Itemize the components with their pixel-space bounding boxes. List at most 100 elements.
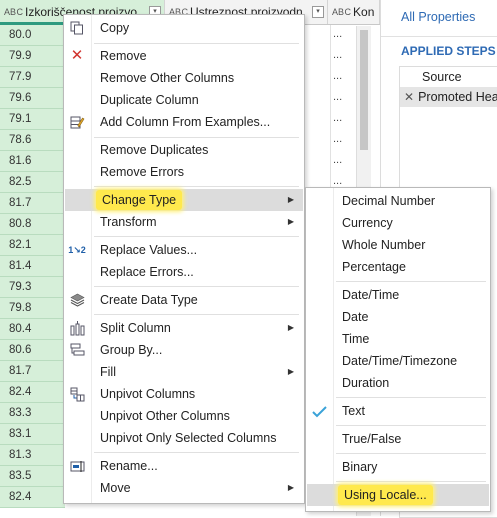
table-cell-ellipsis[interactable]: ... [330,88,352,109]
menu-item-label: Percentage [342,260,406,274]
step-source[interactable]: Source [400,67,497,87]
type-duration[interactable]: Duration [307,372,489,394]
table-cell-value[interactable]: 83.1 [0,424,65,445]
column-filter-dropdown-icon[interactable]: ▾ [312,6,324,18]
scrollbar-thumb[interactable] [360,30,368,150]
menu-item-change-type[interactable]: Change Type ▶ [65,189,303,211]
table-cell-ellipsis[interactable]: ... [330,109,352,130]
table-cell-value[interactable]: 82.4 [0,487,65,508]
table-cell-value[interactable]: 79.6 [0,88,65,109]
table-cell-value[interactable]: 80.4 [0,319,65,340]
menu-separator [94,186,299,187]
menu-item-label: Change Type [96,190,183,210]
menu-item-rename[interactable]: Rename... [65,455,303,477]
menu-item-label: Replace Errors... [100,265,194,279]
menu-item-remove[interactable]: ✕ Remove [65,45,303,67]
menu-item-replace-errors[interactable]: Replace Errors... [65,261,303,283]
text-type-icon[interactable]: A B C [332,7,351,17]
type-text[interactable]: Text [307,400,489,422]
menu-item-label: Unpivot Columns [100,387,196,401]
type-currency[interactable]: Currency [307,212,489,234]
table-cell-ellipsis[interactable]: ... [330,25,352,46]
table-cell-value[interactable]: 81.3 [0,445,65,466]
column-header-label: Kon [353,5,375,19]
type-date-time[interactable]: Date/Time [307,284,489,306]
menu-item-duplicate-column[interactable]: Duplicate Column [65,89,303,111]
menu-item-remove-other-columns[interactable]: Remove Other Columns [65,67,303,89]
table-cell-value[interactable]: 83.5 [0,466,65,487]
delete-step-icon[interactable]: ✕ [404,90,414,104]
menu-item-label: Transform [100,215,157,229]
menu-item-remove-duplicates[interactable]: Remove Duplicates [65,139,303,161]
table-cell-value[interactable]: 79.9 [0,46,65,67]
step-promoted-headers[interactable]: ✕ Promoted Headers [400,87,497,107]
menu-item-unpivot-other-columns[interactable]: Unpivot Other Columns [65,405,303,427]
table-cell-value[interactable]: 80.8 [0,214,65,235]
menu-item-add-column-from-examples[interactable]: Add Column From Examples... [65,111,303,133]
table-cell-value[interactable]: 81.7 [0,361,65,382]
menu-item-label: Remove Other Columns [100,71,235,85]
menu-item-label: Group By... [100,343,163,357]
menu-item-copy[interactable]: Copy [65,17,303,39]
table-cell-value[interactable]: 78.6 [0,130,65,151]
submenu-arrow-icon: ▶ [287,367,294,376]
menu-item-label: Date/Time/Timezone [342,354,458,368]
menu-separator [336,453,486,454]
table-cell-value[interactable]: 82.4 [0,382,65,403]
type-date-time-timezone[interactable]: Date/Time/Timezone [307,350,489,372]
type-date[interactable]: Date [307,306,489,328]
menu-item-split-column[interactable]: Split Column ▶ [65,317,303,339]
replace-values-icon: 1↘2 [68,245,86,255]
type-time[interactable]: Time [307,328,489,350]
table-cell-ellipsis[interactable]: ... [330,46,352,67]
type-using-locale[interactable]: Using Locale... [307,484,489,506]
table-cell-ellipsis[interactable]: ... [330,67,352,88]
group-by-icon [69,342,85,358]
table-cell-value[interactable]: 82.5 [0,172,65,193]
table-cell-value[interactable]: 80.0 [0,25,65,46]
table-cell-value[interactable]: 77.9 [0,67,65,88]
type-whole-number[interactable]: Whole Number [307,234,489,256]
remove-x-icon: ✕ [70,47,84,64]
menu-item-fill[interactable]: Fill ▶ [65,361,303,383]
text-type-icon[interactable]: A B C [4,7,23,17]
menu-item-label: Date/Time [342,288,400,302]
column-context-menu: Copy ✕ Remove Remove Other Columns Dupli… [63,14,305,504]
menu-item-label: Duplicate Column [100,93,199,107]
type-true-false[interactable]: True/False [307,428,489,450]
menu-item-label: Unpivot Other Columns [100,409,230,423]
menu-item-create-data-type[interactable]: Create Data Type [65,289,303,311]
type-binary[interactable]: Binary [307,456,489,478]
type-decimal-number[interactable]: Decimal Number [307,190,489,212]
menu-item-label: Create Data Type [100,293,198,307]
column-header-kon[interactable]: A B C Kon [328,0,380,24]
table-cell-value[interactable]: 81.4 [0,256,65,277]
menu-item-label: True/False [342,432,402,446]
table-cell-value[interactable]: 83.3 [0,403,65,424]
type-percentage[interactable]: Percentage [307,256,489,278]
table-cell-value[interactable]: 81.7 [0,193,65,214]
step-label: Promoted Headers [418,90,497,104]
menu-item-group-by[interactable]: Group By... [65,339,303,361]
table-cell-value[interactable]: 80.6 [0,340,65,361]
menu-item-label: Using Locale... [338,485,433,505]
menu-separator [336,481,486,482]
table-cell-ellipsis[interactable]: ... [330,151,352,172]
menu-item-unpivot-only-selected[interactable]: Unpivot Only Selected Columns [65,427,303,449]
table-cell-ellipsis[interactable]: ... [330,130,352,151]
menu-separator [336,425,486,426]
menu-item-move[interactable]: Move ▶ [65,477,303,499]
table-cell-value[interactable]: 79.3 [0,277,65,298]
submenu-arrow-icon: ▶ [287,217,294,226]
table-cell-value[interactable]: 81.6 [0,151,65,172]
menu-item-unpivot-columns[interactable]: Unpivot Columns [65,383,303,405]
menu-item-remove-errors[interactable]: Remove Errors [65,161,303,183]
all-properties-link[interactable]: All Properties [401,10,475,24]
menu-item-transform[interactable]: Transform ▶ [65,211,303,233]
table-cell-value[interactable]: 82.1 [0,235,65,256]
table-cell-value[interactable]: 79.8 [0,298,65,319]
table-cell-value[interactable]: 79.1 [0,109,65,130]
menu-item-label: Add Column From Examples... [100,115,271,129]
applied-steps-heading: APPLIED STEPS [401,44,496,58]
menu-item-replace-values[interactable]: 1↘2 Replace Values... [65,239,303,261]
